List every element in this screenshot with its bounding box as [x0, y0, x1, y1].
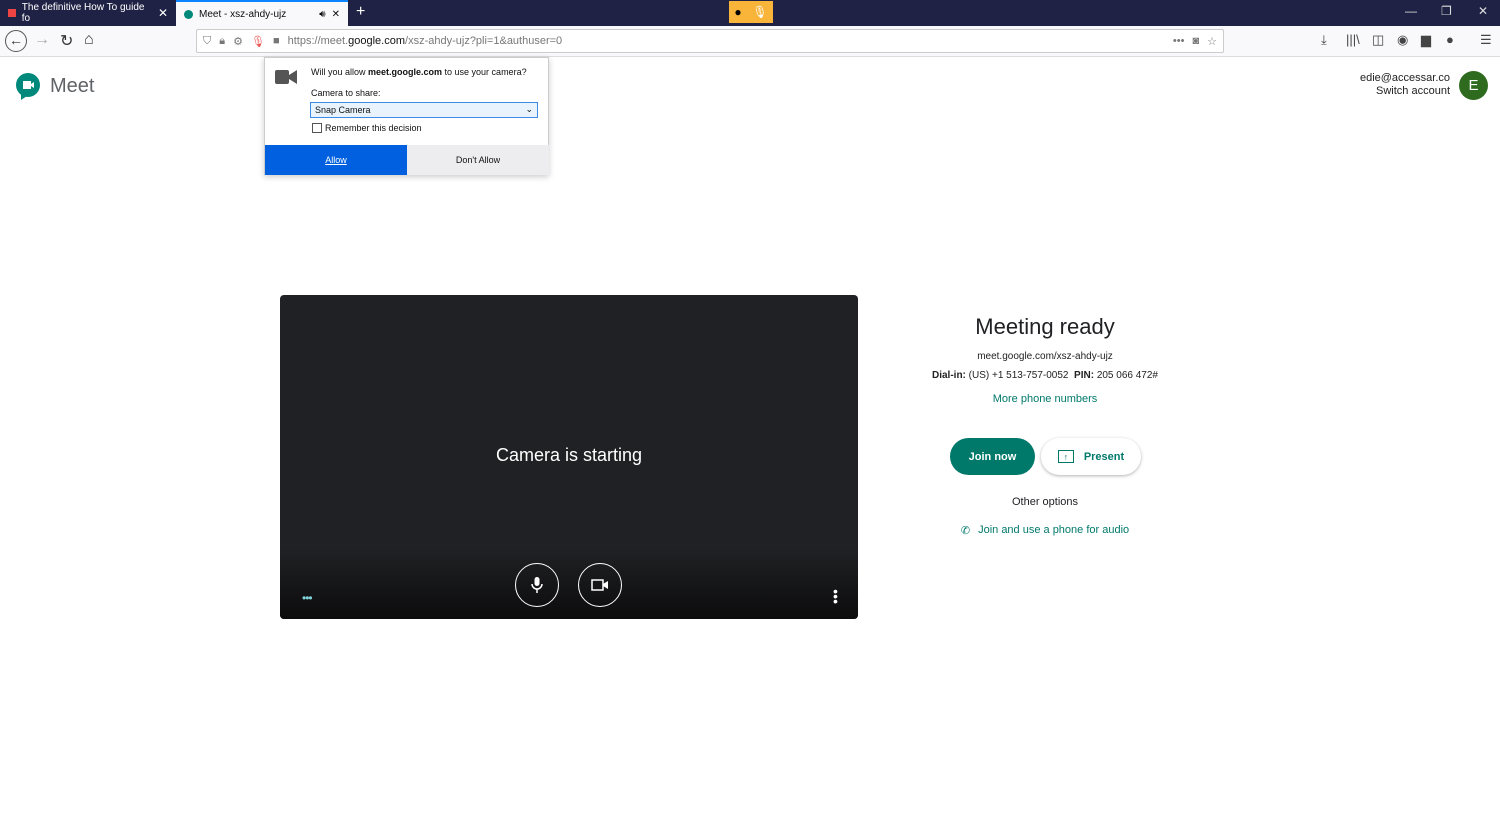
home-button[interactable]: ⌂ [84, 31, 94, 49]
url-text[interactable]: https://meet.google.com/xsz-ahdy-ujz?pli… [288, 35, 563, 47]
url-bar[interactable]: ⛉ 🔒︎ ⚙ 🎙︎ ■ https://meet.google.com/xsz-… [196, 29, 1224, 53]
meet-logo[interactable]: Meet [15, 72, 94, 100]
video-preview: Camera is starting ••• • • • [280, 295, 858, 619]
camera-icon [591, 579, 608, 591]
minimize-button[interactable]: — [1405, 4, 1417, 18]
restore-button[interactable]: ❐ [1441, 4, 1452, 18]
back-button[interactable]: ← [5, 30, 27, 52]
camera-select[interactable]: Snap Camera ⌄ [310, 102, 538, 118]
other-options-label: Other options [1011, 496, 1079, 508]
shield-icon[interactable]: ⛉ [203, 35, 211, 48]
microphone-blocked-icon[interactable]: 🎙︎ [251, 35, 265, 48]
forward-button[interactable]: → [34, 31, 50, 49]
lock-icon[interactable]: 🔒︎ [219, 35, 225, 48]
meeting-title: Meeting ready [975, 314, 1115, 339]
dial-in-info: Dial-in: (US) +1 513-757-0052 PIN: 205 0… [932, 370, 1158, 381]
account-info: edie@accessar.co Switch account [1360, 72, 1450, 98]
dont-allow-button[interactable]: Don't Allow [407, 145, 549, 175]
close-tab-icon[interactable]: ✕ [158, 6, 168, 20]
phone-add-icon: ✆ [960, 525, 971, 537]
permission-question: Will you allow meet.google.com to use yo… [311, 67, 527, 77]
phone-audio-link[interactable]: ✆ Join and use a phone for audio [930, 524, 1160, 537]
account-email: edie@accessar.co [1359, 72, 1450, 84]
tab-howto[interactable]: The definitive How To guide fo ✕ [0, 0, 176, 26]
bookmark-star-icon[interactable]: ☆ [1207, 35, 1217, 48]
chevron-down-icon: ⌄ [525, 104, 533, 114]
more-options-icon[interactable]: • • • [833, 584, 838, 608]
present-button[interactable]: ↑ Present [1041, 438, 1141, 475]
page-actions-icon[interactable]: ••• [1173, 35, 1185, 47]
microphone-icon [531, 577, 543, 593]
more-phone-numbers-link[interactable]: More phone numbers [930, 393, 1160, 405]
join-now-button[interactable]: Join now [950, 438, 1035, 475]
favicon-icon [8, 9, 16, 17]
new-tab-button[interactable]: + [356, 3, 365, 21]
menu-icon[interactable]: ☰ [1480, 32, 1492, 48]
camera-permission-popup: Will you allow meet.google.com to use yo… [264, 57, 549, 175]
camera-icon [275, 70, 297, 84]
print-icon[interactable]: ▆ [1421, 32, 1431, 48]
avatar[interactable]: E [1459, 71, 1488, 100]
allow-button[interactable]: Allow [265, 145, 407, 175]
microphone-toggle[interactable] [515, 563, 559, 607]
close-tab-icon[interactable]: ✕ [332, 9, 340, 20]
close-window-button[interactable]: ✕ [1478, 4, 1488, 18]
reload-button[interactable]: ↻ [60, 31, 73, 51]
tab-bar: The definitive How To guide fo ✕ Meet - x… [0, 0, 1500, 26]
sharing-indicator[interactable]: ● 🎙︎ [729, 1, 773, 23]
present-icon: ↑ [1057, 450, 1074, 463]
switch-account-link[interactable]: Switch account [1360, 85, 1450, 98]
speaker-icon[interactable]: 🔊︎ [319, 9, 325, 20]
meet-logo-icon [16, 73, 40, 100]
camera-toggle[interactable] [578, 563, 622, 607]
extension-icon[interactable]: ● [1446, 32, 1454, 47]
meet-favicon-icon [184, 9, 193, 19]
camera-status: Camera is starting [495, 445, 643, 465]
firefox-icon: ● [734, 5, 742, 19]
pocket-icon[interactable]: ◙ [1192, 35, 1199, 47]
account-icon[interactable]: ◉ [1397, 32, 1408, 48]
tab-meet[interactable]: Meet - xsz-ahdy-ujz 🔊︎ ✕ [176, 0, 348, 26]
sidebar-icon[interactable]: ◫ [1372, 32, 1384, 48]
library-icon[interactable]: |||\ [1346, 32, 1360, 47]
microphone-icon: 🎙︎ [752, 5, 768, 19]
camera-label: Camera to share: [311, 88, 381, 98]
nav-toolbar: ← → ↻ ⌂ ⛉ 🔒︎ ⚙ 🎙︎ ■ https://meet.google.… [0, 26, 1500, 57]
camera-icon[interactable]: ■ [273, 35, 280, 47]
meeting-link: meet.google.com/xsz-ahdy-ujz [977, 351, 1113, 362]
download-icon[interactable]: ⤓ [1321, 32, 1327, 48]
visual-effects-icon[interactable]: ••• [302, 591, 313, 605]
remember-decision-checkbox[interactable]: Remember this decision [312, 123, 422, 133]
permissions-icon[interactable]: ⚙ [233, 35, 243, 48]
